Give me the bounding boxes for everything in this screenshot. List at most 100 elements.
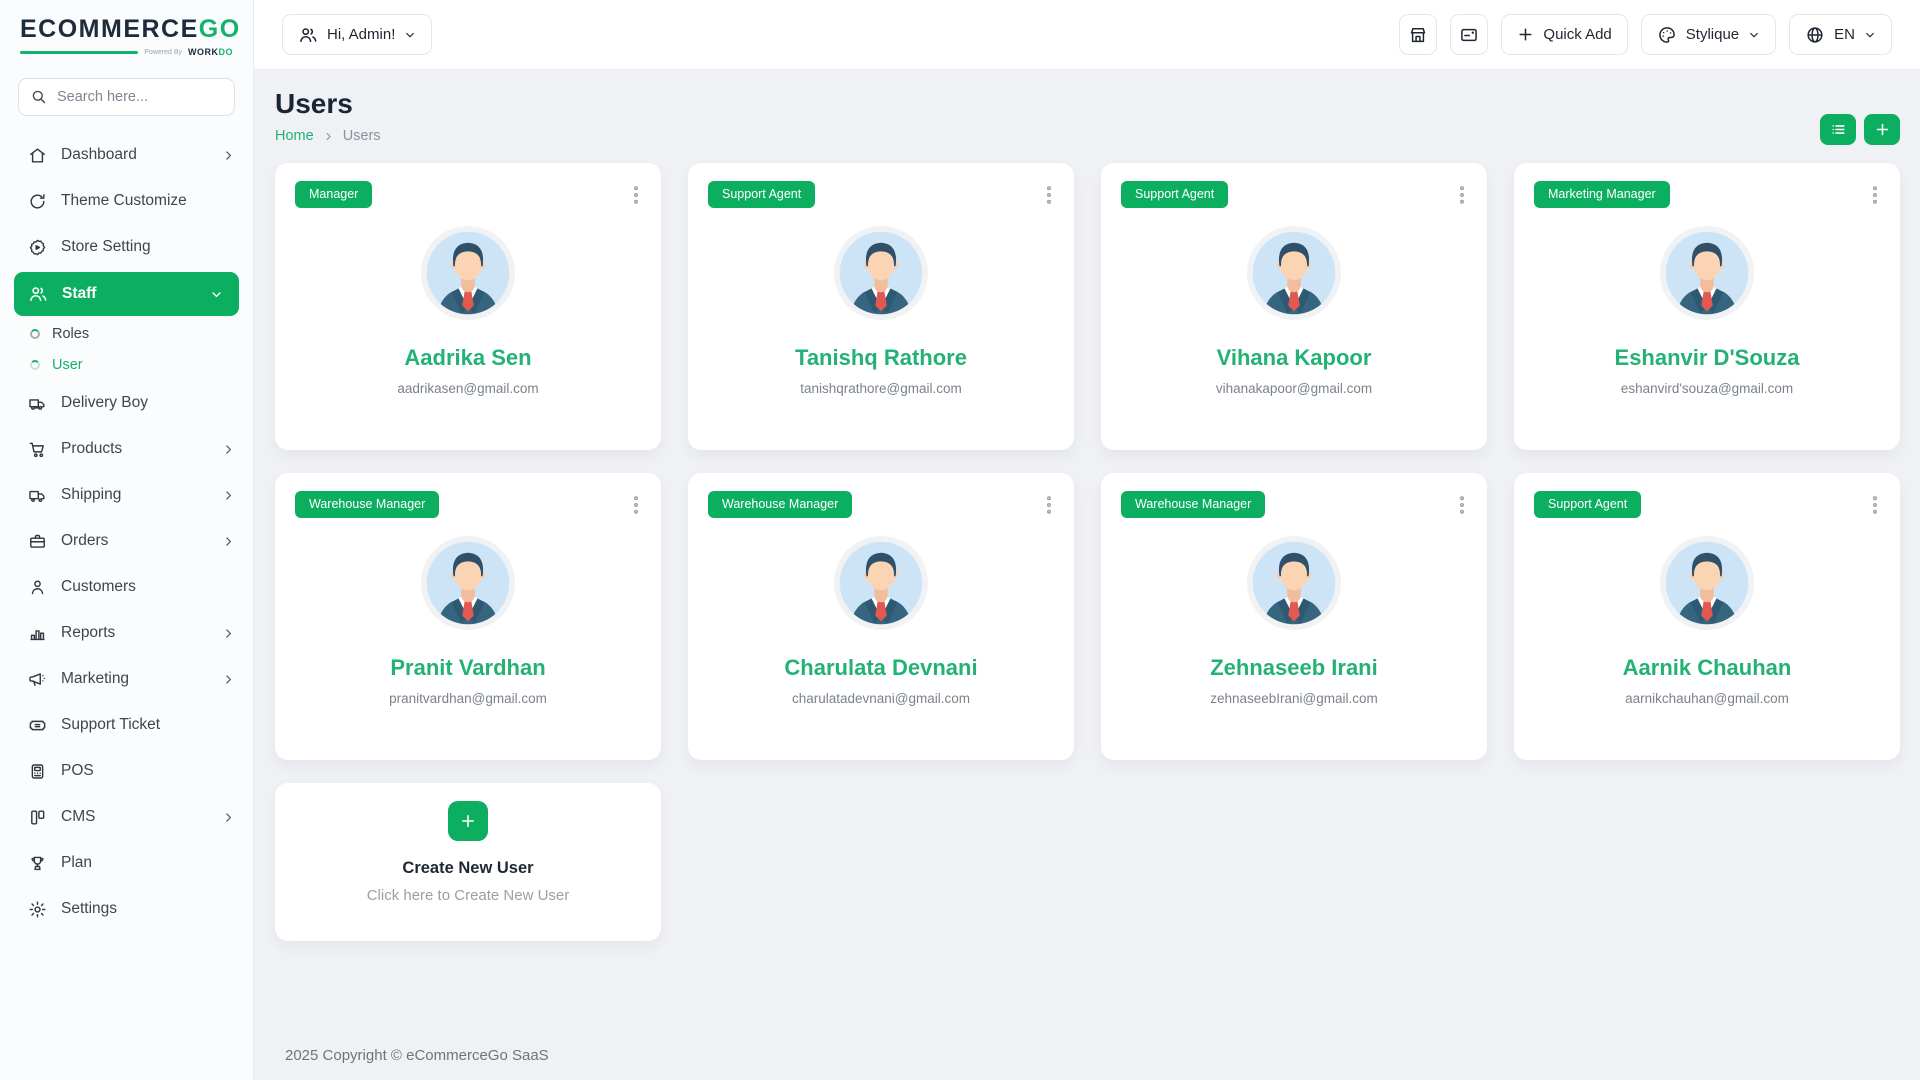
sidebar-item-dashboard[interactable]: Dashboard: [0, 132, 253, 178]
theme-select-button[interactable]: Stylique: [1641, 14, 1776, 55]
search-input[interactable]: [18, 78, 235, 116]
user-card: Support Agent Tanishq Rathore tanishqrat…: [688, 163, 1074, 450]
bullet-icon: [30, 329, 40, 339]
role-badge: Warehouse Manager: [708, 491, 852, 518]
user-name[interactable]: Zehnaseeb Irani: [1210, 655, 1378, 681]
quick-add-button[interactable]: Quick Add: [1501, 14, 1627, 55]
sidebar-item-delivery-boy[interactable]: Delivery Boy: [0, 380, 253, 426]
plus-icon: [1874, 121, 1891, 138]
language-label: EN: [1834, 26, 1855, 43]
brand-logo-text: ECOMMERCEGO: [20, 17, 233, 42]
sidebar-item-orders[interactable]: Orders: [0, 518, 253, 564]
chevron-right-icon: [222, 443, 235, 456]
pos-icon: [28, 762, 47, 781]
sidebar-item-label: User: [52, 357, 83, 373]
chevron-right-icon: [323, 131, 334, 142]
sidebar-item-label: Theme Customize: [61, 192, 187, 210]
page-header-actions: [1820, 114, 1900, 145]
sidebar-item-pos[interactable]: POS: [0, 748, 253, 794]
user-card: Warehouse Manager Charulata Devnani char…: [688, 473, 1074, 760]
user-name[interactable]: Tanishq Rathore: [795, 345, 967, 371]
breadcrumb-home-link[interactable]: Home: [275, 128, 314, 144]
sidebar-subitem-user[interactable]: User: [0, 349, 253, 380]
sidebar-item-marketing[interactable]: Marketing: [0, 656, 253, 702]
card-menu-button[interactable]: [1044, 181, 1054, 209]
chevron-right-icon: [222, 811, 235, 824]
home-icon: [28, 146, 47, 165]
user-name[interactable]: Charulata Devnani: [784, 655, 977, 681]
create-user-plus-button[interactable]: [448, 801, 488, 841]
avatar: [420, 535, 516, 631]
sidebar-subitem-roles[interactable]: Roles: [0, 318, 253, 349]
cms-icon: [28, 808, 47, 827]
chevron-right-icon: [222, 673, 235, 686]
content: Users Home Users: [254, 70, 1920, 1080]
sidebar-item-label: POS: [61, 762, 94, 780]
sidebar-item-store-setting[interactable]: Store Setting: [0, 224, 253, 270]
card-menu-button[interactable]: [1870, 181, 1880, 209]
breadcrumb-current: Users: [343, 128, 381, 144]
card-menu-button[interactable]: [1870, 491, 1880, 519]
sidebar-item-staff[interactable]: Staff: [14, 272, 239, 316]
role-badge: Warehouse Manager: [295, 491, 439, 518]
storefront-button[interactable]: [1399, 14, 1437, 55]
truck-icon: [28, 486, 47, 505]
language-select-button[interactable]: EN: [1789, 14, 1892, 55]
user-name[interactable]: Pranit Vardhan: [390, 655, 545, 681]
user-email: aadrikasen@gmail.com: [397, 381, 538, 396]
create-user-card[interactable]: Create New User Click here to Create New…: [275, 783, 661, 941]
sidebar-item-customers[interactable]: Customers: [0, 564, 253, 610]
user-name[interactable]: Eshanvir D'Souza: [1615, 345, 1800, 371]
card-menu-button[interactable]: [1457, 181, 1467, 209]
sidebar-item-label: Plan: [61, 854, 92, 872]
sidebar-item-label: Marketing: [61, 670, 129, 688]
user-card: Warehouse Manager Pranit Vardhan pranitv…: [275, 473, 661, 760]
admin-label: Hi, Admin!: [327, 26, 395, 43]
role-badge: Marketing Manager: [1534, 181, 1670, 208]
storefront-icon: [1408, 25, 1428, 45]
trophy-icon: [28, 854, 47, 873]
role-badge: Manager: [295, 181, 372, 208]
role-badge: Support Agent: [1534, 491, 1641, 518]
user-email: vihanakapoor@gmail.com: [1216, 381, 1372, 396]
sidebar-item-support-ticket[interactable]: Support Ticket: [0, 702, 253, 748]
sidebar-item-plan[interactable]: Plan: [0, 840, 253, 886]
sidebar-item-shipping[interactable]: Shipping: [0, 472, 253, 518]
breadcrumb: Home Users: [275, 128, 381, 144]
sidebar-item-label: Customers: [61, 578, 136, 596]
brand-underline: [20, 51, 138, 54]
avatar: [1659, 225, 1755, 321]
sidebar-item-theme-customize[interactable]: Theme Customize: [0, 178, 253, 224]
sidebar-item-label: Delivery Boy: [61, 394, 148, 412]
sidebar-item-products[interactable]: Products: [0, 426, 253, 472]
card-menu-button[interactable]: [1457, 491, 1467, 519]
user-card: Support Agent Vihana Kapoor vihanakapoor…: [1101, 163, 1487, 450]
sidebar-menu: Dashboard Theme Customize Store Setting …: [0, 126, 253, 1080]
list-view-button[interactable]: [1820, 114, 1856, 145]
sidebar-item-label: Staff: [62, 285, 96, 303]
card-menu-button[interactable]: [631, 491, 641, 519]
chevron-down-icon: [404, 29, 416, 41]
user-name[interactable]: Vihana Kapoor: [1217, 345, 1372, 371]
card-menu-button[interactable]: [1044, 491, 1054, 519]
avatar: [1246, 535, 1342, 631]
sidebar-item-label: Roles: [52, 326, 89, 342]
admin-menu-button[interactable]: Hi, Admin!: [282, 14, 432, 55]
brand-logo[interactable]: ECOMMERCEGO Powered By WORKDO: [0, 0, 253, 70]
card-menu-button[interactable]: [631, 181, 641, 209]
powered-brand-label: WORKDO: [188, 47, 233, 57]
sidebar-item-label: Orders: [61, 532, 108, 550]
sidebar-item-reports[interactable]: Reports: [0, 610, 253, 656]
sidebar-item-cms[interactable]: CMS: [0, 794, 253, 840]
create-user-header-button[interactable]: [1864, 114, 1900, 145]
bar-chart-icon: [28, 624, 47, 643]
user-email: pranitvardhan@gmail.com: [389, 691, 547, 706]
topbar-actions: Quick Add Stylique EN: [1399, 14, 1892, 55]
user-name[interactable]: Aarnik Chauhan: [1623, 655, 1792, 681]
powered-by-label: Powered By: [144, 49, 182, 56]
mail-button[interactable]: [1450, 14, 1488, 55]
sidebar-item-label: Shipping: [61, 486, 121, 504]
sidebar-item-settings[interactable]: Settings: [0, 886, 253, 932]
avatar: [1246, 225, 1342, 321]
user-name[interactable]: Aadrika Sen: [404, 345, 531, 371]
